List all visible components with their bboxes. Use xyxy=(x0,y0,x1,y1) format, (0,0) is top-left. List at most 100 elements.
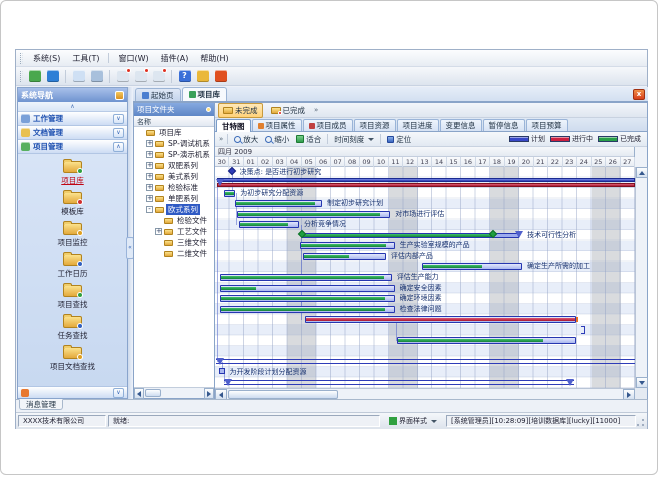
tree-horizontal-scrollbar[interactable] xyxy=(134,387,214,398)
nav-section-1[interactable]: 文档管理∨ xyxy=(18,126,127,140)
scroll-up-button[interactable] xyxy=(636,167,648,178)
gantt-task-bar[interactable] xyxy=(237,211,390,218)
gantt-task-bar[interactable] xyxy=(300,242,395,249)
sidebar-bottom-section[interactable]: ∨ xyxy=(18,386,127,398)
nav-item-0[interactable]: 项目库 xyxy=(18,158,127,189)
tree-item-11[interactable]: 二维文件 xyxy=(134,248,214,259)
zoom-in-button[interactable]: 放大 xyxy=(232,134,260,145)
close-tab-button[interactable]: x xyxy=(633,89,645,100)
message-tab[interactable]: 消息管理 xyxy=(19,399,63,410)
tree-expander[interactable]: + xyxy=(146,140,153,147)
tree-expander[interactable]: + xyxy=(146,195,153,202)
tree-expander[interactable]: + xyxy=(146,184,153,191)
toolbar-overflow-chevron[interactable]: » xyxy=(219,135,223,143)
chevron-down-icon[interactable]: ∨ xyxy=(113,128,124,138)
view-tab-4[interactable]: 项目进度 xyxy=(397,119,439,131)
nav-item-4[interactable]: 项目查找 xyxy=(18,282,127,313)
nav-section-2[interactable]: 项目管理∧ xyxy=(18,140,127,154)
gantt-task-bar[interactable] xyxy=(220,285,395,292)
nav-item-2[interactable]: 项目监控 xyxy=(18,220,127,251)
tree-column-header[interactable]: 名称 xyxy=(134,116,214,127)
tree-item-7[interactable]: -欧式系列 xyxy=(134,204,214,215)
mail-alert-icon-button[interactable] xyxy=(115,69,130,84)
tree-expander[interactable]: + xyxy=(155,228,162,235)
menu-grip[interactable] xyxy=(20,53,23,64)
tree-item-0[interactable]: 项目库 xyxy=(134,127,214,138)
nav-item-6[interactable]: 项目文档查找 xyxy=(18,344,127,375)
view-tab-2[interactable]: 项目成员 xyxy=(303,119,353,131)
filter-button-0[interactable]: 未完成 xyxy=(218,103,263,118)
menu-item-1[interactable]: 工具(T) xyxy=(66,51,105,66)
gantt-task-bar[interactable] xyxy=(422,263,522,270)
view-tab-5[interactable]: 变更信息 xyxy=(440,119,482,131)
data-source-icon-button[interactable] xyxy=(27,69,42,84)
filter-button-1[interactable]: 已完成 xyxy=(266,103,311,118)
milestone-square[interactable] xyxy=(219,368,225,374)
filter-overflow-chevron[interactable]: » xyxy=(314,106,318,114)
window-alert-icon-button[interactable] xyxy=(133,69,148,84)
view-tab-0[interactable]: 甘特图 xyxy=(216,119,251,132)
nav-item-1[interactable]: 模板库 xyxy=(18,189,127,220)
sidebar-collapse-strip[interactable]: ∧ xyxy=(18,102,127,112)
tree-expander[interactable]: + xyxy=(146,162,153,169)
tree-expander[interactable]: + xyxy=(146,151,153,158)
zoom-out-button[interactable]: 缩小 xyxy=(263,134,291,145)
tree-item-10[interactable]: 三维文件 xyxy=(134,237,214,248)
gantt-task-bar[interactable] xyxy=(303,253,386,260)
timescale-button[interactable]: 时间刻度 xyxy=(332,134,376,145)
scroll-left-button[interactable] xyxy=(134,388,144,399)
tree-expander[interactable]: + xyxy=(146,173,153,180)
chevron-up-icon[interactable]: ∧ xyxy=(113,142,124,152)
style-selector[interactable]: 界面样式 xyxy=(386,415,440,427)
nav-item-5[interactable]: 任务查找 xyxy=(18,313,127,344)
tree-item-6[interactable]: +单肥系列 xyxy=(134,193,214,204)
nav-section-0[interactable]: 工作管理∨ xyxy=(18,112,127,126)
scroll-right-button[interactable] xyxy=(204,388,214,399)
tree-item-8[interactable]: 检验文件 xyxy=(134,215,214,226)
toolbar-grip[interactable] xyxy=(20,71,23,82)
tree-expander[interactable]: - xyxy=(146,206,153,213)
scroll-thumb[interactable] xyxy=(228,390,338,399)
gantt-task-bar[interactable] xyxy=(235,200,323,207)
menu-item-4[interactable]: 插件(A) xyxy=(155,51,195,66)
sidebar-pin-button[interactable] xyxy=(115,91,124,100)
lock-icon-button[interactable] xyxy=(195,69,210,84)
gantt-task-bar[interactable] xyxy=(220,295,395,302)
gantt-vertical-scrollbar[interactable] xyxy=(635,167,647,388)
scroll-thumb[interactable] xyxy=(145,389,161,397)
doc-tab-0[interactable]: 起始页 xyxy=(135,88,181,101)
gantt-task-bar[interactable] xyxy=(239,221,299,228)
layout-window-icon-button[interactable] xyxy=(89,69,104,84)
tree-item-2[interactable]: +SP-演示机系 xyxy=(134,149,214,160)
menu-item-3[interactable]: 窗口(W) xyxy=(112,51,154,66)
gantt-task-bar[interactable] xyxy=(397,337,576,344)
chevron-down-icon[interactable]: ∨ xyxy=(113,114,124,124)
gantt-task-bar[interactable] xyxy=(220,274,392,281)
menu-item-5[interactable]: 帮助(H) xyxy=(194,51,234,66)
exit-icon-button[interactable] xyxy=(213,69,228,84)
fit-button[interactable]: 适合 xyxy=(294,134,323,145)
doc-tab-1[interactable]: 项目库 xyxy=(182,87,228,101)
gantt-task-bar[interactable] xyxy=(305,316,576,323)
project-actual-bar[interactable] xyxy=(217,183,635,187)
help-icon-button[interactable]: ? xyxy=(177,69,192,84)
tree-item-9[interactable]: +工艺文件 xyxy=(134,226,214,237)
resize-grip[interactable] xyxy=(636,418,645,427)
user-alert-icon-button[interactable] xyxy=(151,69,166,84)
tree-item-3[interactable]: +双肥系列 xyxy=(134,160,214,171)
view-tab-1[interactable]: 项目属性 xyxy=(252,119,302,131)
tree-item-1[interactable]: +SP-调试机系 xyxy=(134,138,214,149)
folder-window-icon-button[interactable] xyxy=(71,69,86,84)
globe-icon-button[interactable] xyxy=(45,69,60,84)
tree-item-5[interactable]: +检验标准 xyxy=(134,182,214,193)
nav-item-3[interactable]: 工作日历 xyxy=(18,251,127,282)
gantt-task-bar[interactable] xyxy=(220,306,395,313)
view-tab-6[interactable]: 暂停信息 xyxy=(483,119,525,131)
tree-item-4[interactable]: +美式系列 xyxy=(134,171,214,182)
locate-button[interactable]: 定位 xyxy=(385,134,413,145)
gantt-task-bar[interactable] xyxy=(224,190,236,197)
project-plan-bar[interactable] xyxy=(217,178,635,182)
scroll-down-button[interactable] xyxy=(636,377,648,388)
gantt-summary-bar[interactable] xyxy=(302,233,519,238)
chevron-down-icon[interactable]: ∨ xyxy=(113,388,124,398)
